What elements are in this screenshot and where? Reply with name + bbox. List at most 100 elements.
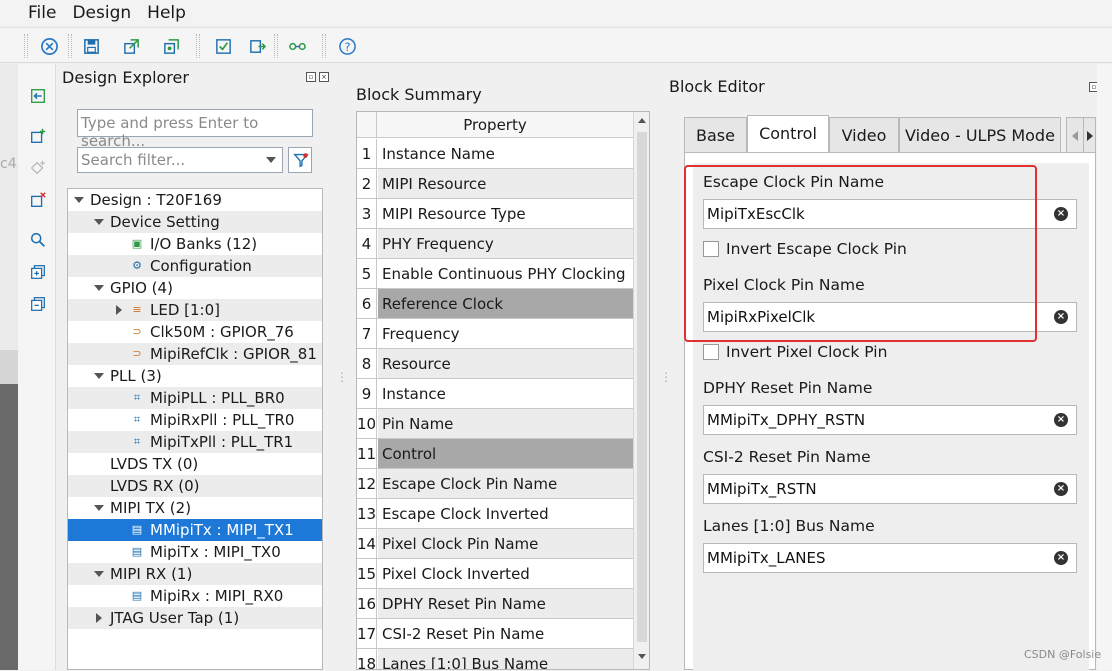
filter-button[interactable] [288, 147, 312, 173]
tree-node[interactable]: LVDS TX (0) [68, 453, 322, 475]
run-icon[interactable] [246, 35, 268, 57]
tab-base[interactable]: Base [684, 117, 747, 153]
zoom-icon[interactable] [28, 230, 48, 250]
check-icon[interactable] [212, 35, 234, 57]
tree-node[interactable]: MIPI TX (2) [68, 497, 322, 519]
delete-block-icon[interactable] [28, 190, 48, 210]
tree-node[interactable]: MIPI RX (1) [68, 563, 322, 585]
tree-node[interactable]: ▤ MipiTx : MIPI_TX0 [68, 541, 322, 563]
clear-icon[interactable]: × [1054, 310, 1068, 324]
export-icon[interactable] [120, 35, 142, 57]
table-row[interactable]: 18 Lanes [1:0] Bus Name [357, 649, 633, 669]
tree-node[interactable]: PLL (3) [68, 365, 322, 387]
tree-node[interactable]: ⌗ MipiTxPll : PLL_TR1 [68, 431, 322, 453]
table-row[interactable]: 1 Instance Name [357, 139, 633, 169]
tree-node[interactable]: ⊃ Clk50M : GPIOR_76 [68, 321, 322, 343]
scroll-down-icon[interactable] [638, 654, 646, 659]
splitter-handle[interactable]: ⋮ [336, 371, 348, 383]
table-row[interactable]: 7 Frequency [357, 319, 633, 349]
grid-scrollbar[interactable] [633, 112, 649, 669]
tree-node[interactable]: ▤ MMipiTx : MIPI_TX1 [68, 519, 322, 541]
collapse-arrow-icon[interactable] [94, 571, 104, 577]
invert-pixel-checkbox[interactable] [703, 344, 719, 360]
table-row[interactable]: 2 MIPI Resource [357, 169, 633, 199]
collapse-arrow-icon[interactable] [94, 219, 104, 225]
block-summary-grid[interactable]: Property 1 Instance Name 2 MIPI Resource 3 MI… [356, 111, 650, 670]
dphy-reset-field[interactable]: MMipiTx_DPHY_RSTN × [703, 405, 1077, 435]
csi-reset-field[interactable]: MMipiTx_RSTN × [703, 474, 1077, 504]
import-icon[interactable] [160, 35, 182, 57]
table-row[interactable]: 10 Pin Name [357, 409, 633, 439]
search-input[interactable]: Type and press Enter to search... [77, 109, 313, 150]
table-row[interactable]: 6 Reference Clock [357, 289, 633, 319]
expand-arrow-icon[interactable] [96, 613, 102, 623]
expand-arrow-icon[interactable] [116, 305, 122, 315]
table-row[interactable]: 16 DPHY Reset Pin Name [357, 589, 633, 619]
scroll-up-icon[interactable] [638, 118, 646, 123]
table-row[interactable]: 14 Pixel Clock Pin Name [357, 529, 633, 559]
expand-icon[interactable] [28, 262, 48, 282]
table-row[interactable]: 13 Escape Clock Inverted [357, 499, 633, 529]
table-row[interactable]: 12 Escape Clock Pin Name [357, 469, 633, 499]
tab-video-ulps-mode[interactable]: Video - ULPS Mode [899, 117, 1061, 153]
save-icon[interactable] [80, 35, 102, 57]
float-panel-icon[interactable]: ▫ [306, 72, 316, 82]
table-row[interactable]: 5 Enable Continuous PHY Clocking [357, 259, 633, 289]
clear-icon[interactable]: × [1054, 207, 1068, 221]
chevron-down-icon[interactable] [266, 157, 276, 163]
toolbar-grip[interactable] [274, 34, 278, 58]
tree-node[interactable]: ≡ LED [1:0] [68, 299, 322, 321]
escape-clock-field[interactable]: MipiTxEscClk × [703, 199, 1077, 229]
close-circle-icon[interactable] [38, 35, 60, 57]
design-tree[interactable]: Design : T20F169 Device Setting ▣ I/O Banks… [67, 188, 323, 670]
clear-icon[interactable]: × [1054, 413, 1068, 427]
menu-help[interactable]: Help [119, 3, 186, 23]
help-icon[interactable]: ? [336, 35, 358, 57]
table-row[interactable]: 15 Pixel Clock Inverted [357, 559, 633, 589]
clear-icon[interactable]: × [1054, 551, 1068, 565]
tab-control[interactable]: Control [747, 115, 829, 153]
connect-icon[interactable] [286, 35, 308, 57]
table-row[interactable]: 11 Control [357, 439, 633, 469]
scroll-thumb[interactable] [637, 132, 647, 642]
collapse-icon[interactable] [28, 294, 48, 314]
tree-node[interactable]: ⚙ Configuration [68, 255, 322, 277]
toolbar-grip[interactable] [24, 34, 28, 58]
invert-escape-checkbox[interactable] [703, 241, 719, 257]
table-row[interactable]: 8 Resource [357, 349, 633, 379]
lanes-field[interactable]: MMipiTx_LANES × [703, 543, 1077, 573]
toolbar-grip[interactable] [196, 34, 200, 58]
tree-node[interactable]: GPIO (4) [68, 277, 322, 299]
tab-scroll-left[interactable] [1066, 117, 1084, 153]
collapse-arrow-icon[interactable] [94, 505, 104, 511]
tab-scroll-right[interactable] [1084, 117, 1096, 153]
filter-input[interactable]: Search filter... [77, 147, 283, 173]
collapse-arrow-icon[interactable] [94, 285, 104, 291]
tree-node[interactable]: ▣ I/O Banks (12) [68, 233, 322, 255]
toolbar-grip[interactable] [68, 34, 72, 58]
tree-node[interactable]: ⊃ MipiRefClk : GPIOR_81 [68, 343, 322, 365]
toolbar-grip[interactable] [322, 34, 326, 58]
tree-node[interactable]: JTAG User Tap (1) [68, 607, 322, 629]
table-row[interactable]: 9 Instance [357, 379, 633, 409]
tree-node[interactable]: Device Setting [68, 211, 322, 233]
table-row[interactable]: 17 CSI-2 Reset Pin Name [357, 619, 633, 649]
tree-node[interactable]: ⌗ MipiPLL : PLL_BR0 [68, 387, 322, 409]
collapse-arrow-icon[interactable] [74, 197, 84, 203]
tree-node[interactable]: Design : T20F169 [68, 189, 322, 211]
tree-node[interactable]: LVDS RX (0) [68, 475, 322, 497]
table-row[interactable]: 4 PHY Frequency [357, 229, 633, 259]
table-row[interactable]: 3 MIPI Resource Type [357, 199, 633, 229]
tab-video[interactable]: Video [829, 117, 899, 153]
splitter-handle[interactable]: ⋮ [660, 371, 672, 383]
close-panel-icon[interactable]: × [319, 72, 329, 82]
collapse-arrow-icon[interactable] [94, 373, 104, 379]
diamond-icon[interactable] [28, 158, 48, 178]
clear-icon[interactable]: × [1054, 482, 1068, 496]
tree-node[interactable]: ⌗ MipiRxPll : PLL_TR0 [68, 409, 322, 431]
add-block-icon[interactable] [28, 86, 48, 106]
pixel-clock-field[interactable]: MipiRxPixelClk × [703, 302, 1077, 332]
add-square-icon[interactable] [28, 126, 48, 146]
menu-design[interactable]: Design [44, 3, 131, 23]
tree-node[interactable]: ▤ MipiRx : MIPI_RX0 [68, 585, 322, 607]
